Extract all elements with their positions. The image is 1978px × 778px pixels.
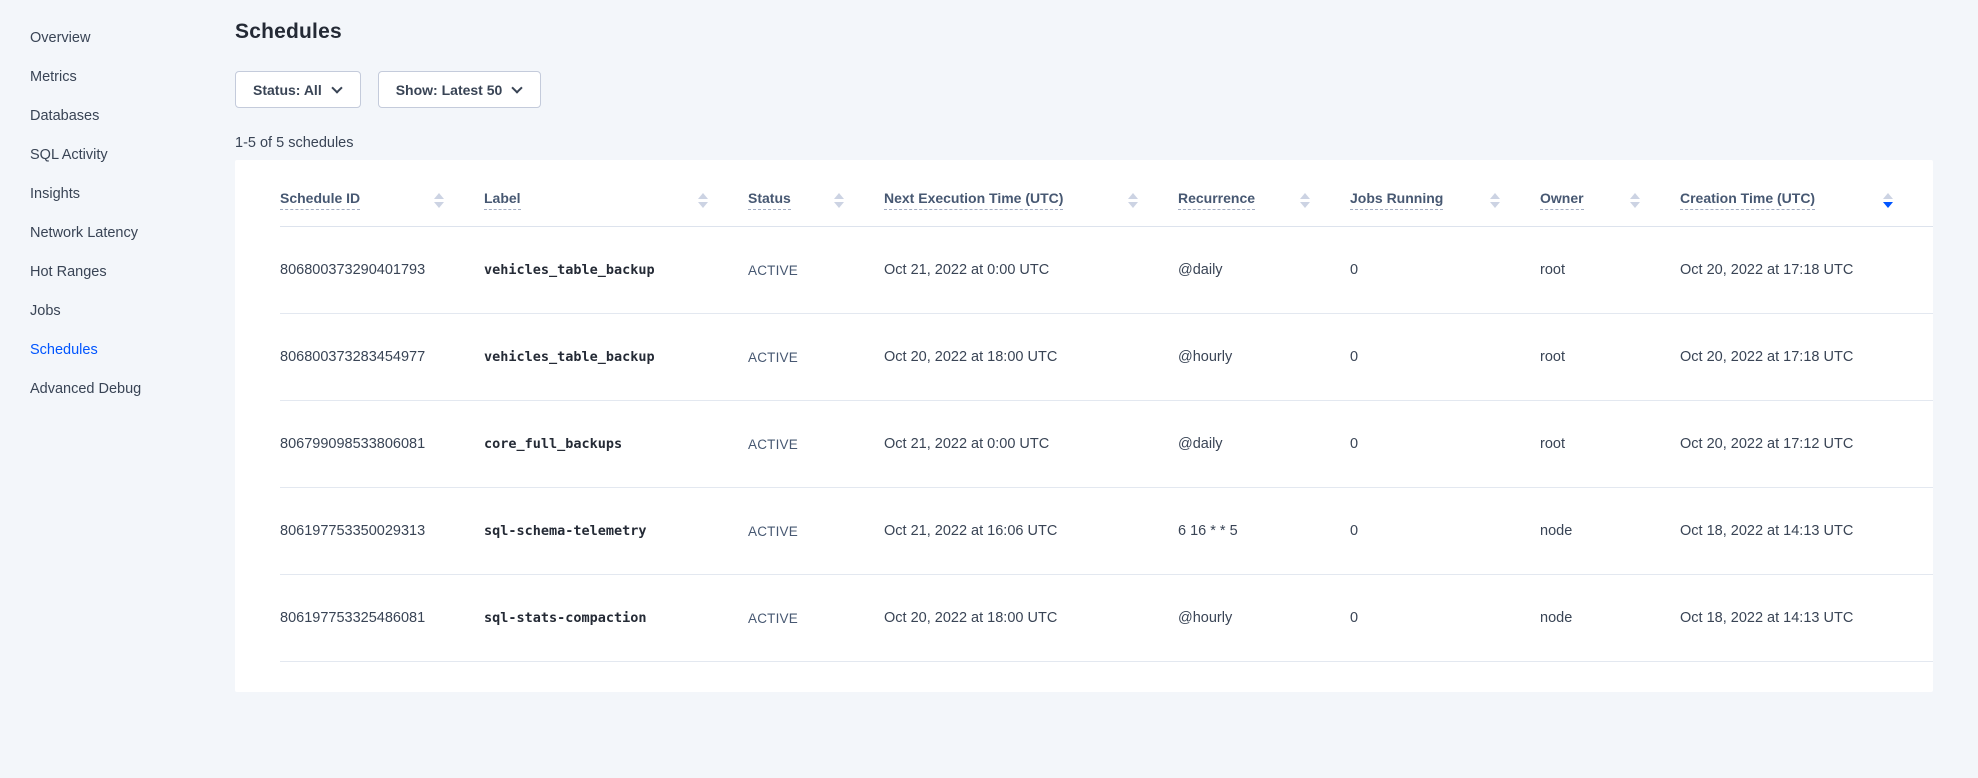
- status-filter-label: Status: All: [253, 82, 322, 98]
- cell-creation_time: Oct 20, 2022 at 17:18 UTC: [1680, 314, 1933, 401]
- cell-recurrence: 6 16 * * 5: [1178, 488, 1350, 575]
- column-label: Creation Time (UTC): [1680, 190, 1815, 210]
- sort-icon: [1630, 193, 1640, 208]
- cell-next_execution: Oct 20, 2022 at 18:00 UTC: [884, 575, 1178, 662]
- cell-status: ACTIVE: [748, 314, 884, 401]
- sort-icon: [1883, 193, 1893, 208]
- table-row: 806197753350029313sql-schema-telemetryAC…: [280, 488, 1933, 575]
- sort-icon: [434, 193, 444, 208]
- sidebar-item-databases[interactable]: Databases: [30, 106, 235, 126]
- cell-recurrence: @hourly: [1178, 575, 1350, 662]
- column-header-label[interactable]: Label: [484, 160, 748, 227]
- cell-jobs_running: 0: [1350, 314, 1540, 401]
- column-label: Next Execution Time (UTC): [884, 190, 1063, 210]
- sidebar-item-insights[interactable]: Insights: [30, 184, 235, 204]
- cell-next_execution: Oct 21, 2022 at 16:06 UTC: [884, 488, 1178, 575]
- column-label: Owner: [1540, 190, 1584, 210]
- sort-icon: [1490, 193, 1500, 208]
- table-row: 806800373283454977vehicles_table_backupA…: [280, 314, 1933, 401]
- table-row: 806800373290401793vehicles_table_backupA…: [280, 227, 1933, 314]
- schedules-table-card: Schedule ID Label Status Next Execution Tim…: [235, 160, 1933, 692]
- cell-recurrence: @daily: [1178, 401, 1350, 488]
- table-header-row: Schedule ID Label Status Next Execution Tim…: [280, 160, 1933, 227]
- cell-label: core_full_backups: [484, 401, 748, 488]
- chevron-down-icon: [512, 82, 523, 93]
- cell-next_execution: Oct 21, 2022 at 0:00 UTC: [884, 401, 1178, 488]
- show-filter-dropdown[interactable]: Show: Latest 50: [378, 71, 542, 108]
- cell-schedule_id: 806800373290401793: [280, 227, 484, 314]
- cell-creation_time: Oct 20, 2022 at 17:18 UTC: [1680, 227, 1933, 314]
- cell-next_execution: Oct 21, 2022 at 0:00 UTC: [884, 227, 1178, 314]
- filter-bar: Status: All Show: Latest 50: [235, 71, 1933, 108]
- sidebar-item-advanced-debug[interactable]: Advanced Debug: [30, 379, 235, 399]
- cell-creation_time: Oct 18, 2022 at 14:13 UTC: [1680, 575, 1933, 662]
- sort-icon: [698, 193, 708, 208]
- cell-jobs_running: 0: [1350, 575, 1540, 662]
- column-header-status[interactable]: Status: [748, 160, 884, 227]
- main-content: Schedules Status: All Show: Latest 50 1-…: [235, 0, 1978, 778]
- cell-label: sql-stats-compaction: [484, 575, 748, 662]
- cell-schedule_id: 806800373283454977: [280, 314, 484, 401]
- table-body: 806800373290401793vehicles_table_backupA…: [280, 227, 1933, 662]
- cell-label: vehicles_table_backup: [484, 314, 748, 401]
- column-header-creation_time[interactable]: Creation Time (UTC): [1680, 160, 1933, 227]
- sidebar-item-hot-ranges[interactable]: Hot Ranges: [30, 262, 235, 282]
- cell-label: sql-schema-telemetry: [484, 488, 748, 575]
- results-count: 1-5 of 5 schedules: [235, 135, 1933, 151]
- cell-owner: root: [1540, 401, 1680, 488]
- column-header-next_execution[interactable]: Next Execution Time (UTC): [884, 160, 1178, 227]
- column-header-schedule_id[interactable]: Schedule ID: [280, 160, 484, 227]
- cell-schedule_id: 806799098533806081: [280, 401, 484, 488]
- sidebar-item-schedules[interactable]: Schedules: [30, 340, 235, 360]
- cell-status: ACTIVE: [748, 401, 884, 488]
- table-row: 806799098533806081core_full_backupsACTIV…: [280, 401, 1933, 488]
- cell-owner: root: [1540, 314, 1680, 401]
- column-header-jobs_running[interactable]: Jobs Running: [1350, 160, 1540, 227]
- sidebar-item-overview[interactable]: Overview: [30, 28, 235, 48]
- cell-recurrence: @hourly: [1178, 314, 1350, 401]
- sidebar-item-metrics[interactable]: Metrics: [30, 67, 235, 87]
- sidebar-item-sql-activity[interactable]: SQL Activity: [30, 145, 235, 165]
- app-root: Overview Metrics Databases SQL Activity Insi…: [0, 0, 1978, 778]
- cell-owner: node: [1540, 575, 1680, 662]
- column-label: Schedule ID: [280, 190, 360, 210]
- cell-status: ACTIVE: [748, 488, 884, 575]
- sort-icon: [1300, 193, 1310, 208]
- column-label: Label: [484, 190, 521, 210]
- cell-next_execution: Oct 20, 2022 at 18:00 UTC: [884, 314, 1178, 401]
- cell-status: ACTIVE: [748, 227, 884, 314]
- sort-icon: [1128, 193, 1138, 208]
- chevron-down-icon: [331, 82, 342, 93]
- sidebar-item-jobs[interactable]: Jobs: [30, 301, 235, 321]
- cell-schedule_id: 806197753350029313: [280, 488, 484, 575]
- cell-creation_time: Oct 18, 2022 at 14:13 UTC: [1680, 488, 1933, 575]
- sort-icon: [834, 193, 844, 208]
- cell-jobs_running: 0: [1350, 401, 1540, 488]
- cell-owner: node: [1540, 488, 1680, 575]
- column-header-owner[interactable]: Owner: [1540, 160, 1680, 227]
- sidebar: Overview Metrics Databases SQL Activity Insi…: [0, 0, 235, 778]
- table-row: 806197753325486081sql-stats-compactionAC…: [280, 575, 1933, 662]
- column-label: Recurrence: [1178, 190, 1255, 210]
- sidebar-list: Overview Metrics Databases SQL Activity Insi…: [30, 28, 235, 399]
- show-filter-label: Show: Latest 50: [396, 82, 503, 98]
- cell-jobs_running: 0: [1350, 488, 1540, 575]
- column-header-recurrence[interactable]: Recurrence: [1178, 160, 1350, 227]
- cell-schedule_id: 806197753325486081: [280, 575, 484, 662]
- schedules-table: Schedule ID Label Status Next Execution Tim…: [280, 160, 1933, 662]
- cell-owner: root: [1540, 227, 1680, 314]
- column-label: Status: [748, 190, 791, 210]
- cell-status: ACTIVE: [748, 575, 884, 662]
- cell-creation_time: Oct 20, 2022 at 17:12 UTC: [1680, 401, 1933, 488]
- sidebar-item-network-latency[interactable]: Network Latency: [30, 223, 235, 243]
- cell-recurrence: @daily: [1178, 227, 1350, 314]
- cell-label: vehicles_table_backup: [484, 227, 748, 314]
- status-filter-dropdown[interactable]: Status: All: [235, 71, 361, 108]
- column-label: Jobs Running: [1350, 190, 1443, 210]
- cell-jobs_running: 0: [1350, 227, 1540, 314]
- page-title: Schedules: [235, 20, 1933, 44]
